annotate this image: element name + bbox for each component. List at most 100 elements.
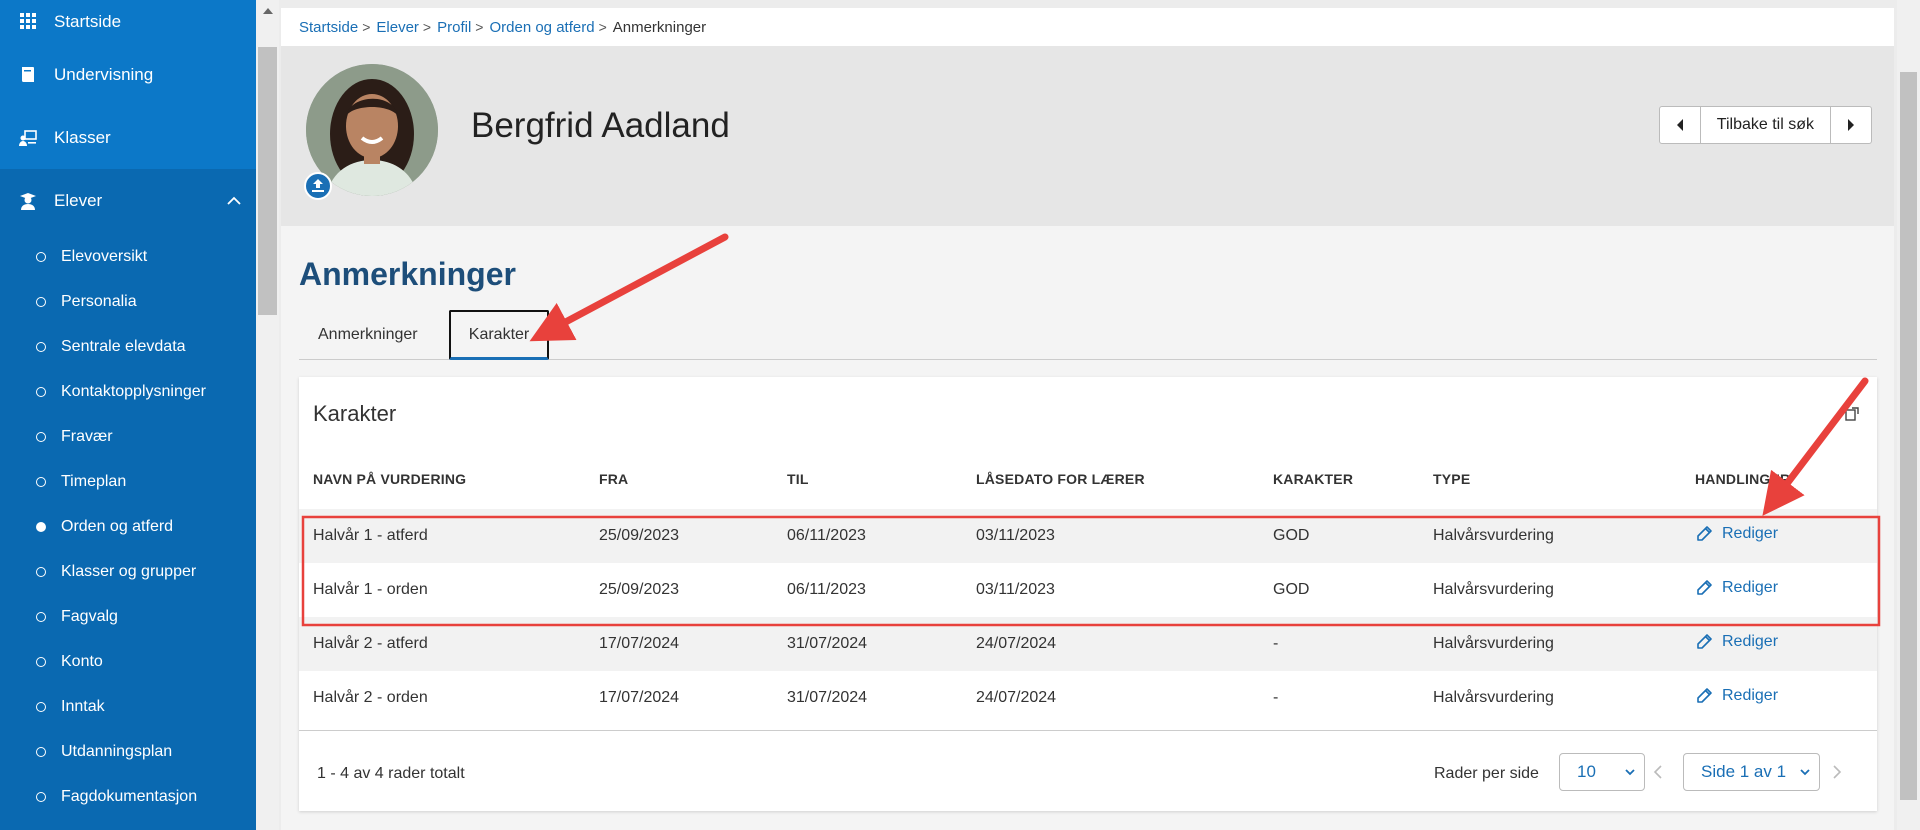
circle-bullet-icon bbox=[36, 791, 46, 802]
cell-to: 31/07/2024 bbox=[787, 689, 868, 706]
student-name: Bergfrid Aadland bbox=[471, 106, 730, 145]
export-icon[interactable] bbox=[1845, 407, 1859, 424]
cell-type: Halvårsvurdering bbox=[1433, 635, 1554, 652]
cell-name: Halvår 2 - orden bbox=[313, 689, 428, 706]
edit-button[interactable]: Rediger bbox=[1695, 561, 1778, 615]
circle-bullet-icon bbox=[36, 656, 46, 667]
next-page-icon[interactable] bbox=[1831, 765, 1843, 779]
next-student-button[interactable] bbox=[1831, 107, 1871, 143]
sidebar-subitem-personalia[interactable]: Personalia bbox=[0, 279, 256, 324]
scroll-up-arrow-icon[interactable] bbox=[263, 8, 273, 14]
sidebar-subitem-konto[interactable]: Konto bbox=[0, 639, 256, 684]
sidebar-subitem-fagdokumentasjon[interactable]: Fagdokumentasjon bbox=[0, 774, 256, 819]
rows-per-page-label: Rader per side bbox=[1434, 765, 1539, 782]
cell-name: Halvår 1 - atferd bbox=[313, 527, 428, 544]
sidebar-subitem-timeplan[interactable]: Timeplan bbox=[0, 459, 256, 504]
student-navigation: Tilbake til søk bbox=[1658, 106, 1872, 144]
breadcrumb-link-startside[interactable]: Startside bbox=[299, 19, 358, 36]
rows-per-page-select[interactable]: 10 bbox=[1559, 753, 1645, 791]
sidebar-subitem-label: Fravær bbox=[61, 427, 113, 445]
sidebar-scrollbar[interactable] bbox=[256, 0, 279, 830]
sidebar-subitem-sentrale-elevdata[interactable]: Sentrale elevdata bbox=[0, 324, 256, 369]
sidebar-item-elever[interactable]: Elever bbox=[0, 169, 256, 232]
sidebar-item-label: Undervisning bbox=[54, 64, 154, 84]
page-select[interactable]: Side 1 av 1 bbox=[1683, 753, 1820, 791]
sidebar-item-startside[interactable]: Startside bbox=[0, 0, 256, 43]
sidebar-subitem-orden-og-atferd[interactable]: Orden og atferd bbox=[0, 504, 256, 549]
sidebar-subitem-label: Fagvalg bbox=[61, 607, 118, 625]
edit-button[interactable]: Rediger bbox=[1695, 615, 1778, 669]
tab-karakter[interactable]: Karakter bbox=[449, 310, 549, 360]
circle-bullet-icon bbox=[36, 611, 46, 622]
sidebar-item-undervisning[interactable]: Undervisning bbox=[0, 43, 256, 106]
column-header-type: TYPE bbox=[1433, 471, 1471, 487]
breadcrumb-link-orden-og-atferd[interactable]: Orden og atferd bbox=[489, 19, 594, 36]
back-to-search-button[interactable]: Tilbake til søk bbox=[1699, 107, 1831, 143]
circle-bullet-icon bbox=[36, 566, 46, 577]
sidebar-subitem-label: Klasser og grupper bbox=[61, 562, 197, 580]
chevron-right-icon: > bbox=[362, 19, 371, 35]
edit-button[interactable]: Rediger bbox=[1695, 507, 1778, 561]
classroom-icon bbox=[19, 129, 37, 146]
pencil-icon bbox=[1697, 580, 1712, 595]
chevron-right-icon: > bbox=[598, 19, 607, 35]
cell-name: Halvår 2 - atferd bbox=[313, 635, 428, 652]
circle-bullet-icon bbox=[36, 341, 46, 352]
cell-to: 06/11/2023 bbox=[787, 581, 866, 598]
cell-grade: - bbox=[1273, 689, 1279, 706]
circle-bullet-icon bbox=[36, 476, 46, 487]
scrollbar-thumb[interactable] bbox=[258, 47, 277, 315]
page-scrollbar[interactable] bbox=[1897, 0, 1920, 830]
sidebar-submenu-elever: Elevoversikt Personalia Sentrale elevdat… bbox=[0, 232, 256, 819]
scrollbar-thumb[interactable] bbox=[1900, 72, 1917, 800]
column-header-lock-date: LÅSEDATO FOR LÆRER bbox=[976, 471, 1145, 487]
sidebar-subitem-elevoversikt[interactable]: Elevoversikt bbox=[0, 234, 256, 279]
pencil-icon bbox=[1697, 688, 1712, 703]
sidebar-subitem-label: Konto bbox=[61, 652, 103, 670]
cell-to: 31/07/2024 bbox=[787, 635, 868, 652]
edit-label: Rediger bbox=[1722, 687, 1779, 704]
student-icon bbox=[20, 192, 36, 210]
sidebar-subitem-label: Inntak bbox=[61, 697, 105, 715]
cell-grade: GOD bbox=[1273, 527, 1310, 544]
previous-page-icon[interactable] bbox=[1652, 765, 1664, 779]
chevron-right-icon: > bbox=[422, 19, 432, 35]
circle-bullet-icon bbox=[36, 431, 46, 442]
sidebar-subitem-label: Kontaktopplysninger bbox=[61, 382, 206, 400]
pencil-icon bbox=[1697, 526, 1712, 541]
table-footer: 1 - 4 av 4 rader totalt Rader per side 1… bbox=[299, 730, 1877, 811]
sidebar-item-label: Elever bbox=[54, 190, 103, 210]
sidebar-subitem-klasser-og-grupper[interactable]: Klasser og grupper bbox=[0, 549, 256, 594]
circle-bullet-icon bbox=[36, 746, 46, 757]
cell-type: Halvårsvurdering bbox=[1433, 527, 1554, 544]
tab-anmerkninger[interactable]: Anmerkninger bbox=[318, 310, 418, 360]
breadcrumb: Startside > Elever > Profil > Orden og atfe… bbox=[281, 8, 1894, 46]
page-title: Anmerkninger bbox=[299, 256, 516, 292]
cell-grade: GOD bbox=[1273, 581, 1310, 598]
sidebar-subitem-utdanningsplan[interactable]: Utdanningsplan bbox=[0, 729, 256, 774]
row-count: 1 - 4 av 4 rader totalt bbox=[317, 765, 465, 782]
cell-grade: - bbox=[1273, 635, 1279, 652]
cell-name: Halvår 1 - orden bbox=[313, 581, 428, 598]
filled-bullet-icon bbox=[36, 521, 46, 532]
sidebar-subitem-fravaer[interactable]: Fravær bbox=[0, 414, 256, 459]
table-row: Halvår 1 - atferd 25/09/2023 06/11/2023 … bbox=[299, 509, 1877, 563]
tab-bar: Anmerkninger Karakter bbox=[299, 310, 1877, 360]
sidebar-item-klasser[interactable]: Klasser bbox=[0, 106, 256, 169]
upload-photo-button[interactable] bbox=[304, 172, 332, 200]
edit-button[interactable]: Rediger bbox=[1695, 669, 1778, 723]
column-header-from: FRA bbox=[599, 471, 629, 487]
breadcrumb-link-profil[interactable]: Profil bbox=[437, 19, 471, 36]
sidebar-subitem-inntak[interactable]: Inntak bbox=[0, 684, 256, 729]
sidebar-subitem-kontaktopplysninger[interactable]: Kontaktopplysninger bbox=[0, 369, 256, 414]
breadcrumb-link-elever[interactable]: Elever bbox=[376, 19, 419, 36]
chevron-up-icon[interactable] bbox=[226, 193, 242, 209]
sidebar-subitem-label: Sentrale elevdata bbox=[61, 337, 186, 355]
column-header-actions: HANDLINGER bbox=[1695, 471, 1791, 487]
card-title: Karakter bbox=[313, 401, 397, 426]
sidebar-subitem-fagvalg[interactable]: Fagvalg bbox=[0, 594, 256, 639]
sidebar-subitem-label: Utdanningsplan bbox=[61, 742, 173, 760]
sidebar-subitem-label: Timeplan bbox=[61, 472, 127, 490]
column-header-grade: KARAKTER bbox=[1273, 471, 1354, 487]
previous-student-button[interactable] bbox=[1660, 107, 1700, 143]
